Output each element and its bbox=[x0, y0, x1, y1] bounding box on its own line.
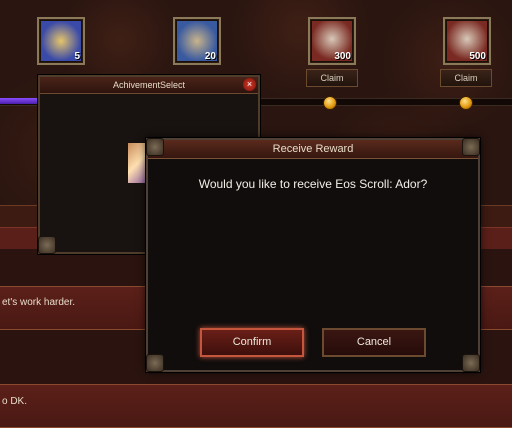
frame-corner-ornament bbox=[38, 236, 56, 254]
reward-quantity: 300 bbox=[334, 51, 351, 62]
achievement-message-bar bbox=[0, 384, 512, 428]
frame-corner-ornament bbox=[146, 354, 164, 372]
reward-quantity: 500 bbox=[469, 51, 486, 62]
frame-corner-ornament bbox=[146, 138, 164, 156]
close-icon[interactable]: × bbox=[243, 78, 256, 91]
reward-slot[interactable]: 5 bbox=[37, 17, 85, 65]
achievement-message: et's work harder. bbox=[2, 297, 76, 308]
milestone-orb-icon bbox=[323, 96, 337, 110]
confirm-button[interactable]: Confirm bbox=[200, 328, 304, 357]
claim-button[interactable]: Claim bbox=[440, 69, 492, 87]
reward-slot[interactable]: 20 bbox=[173, 17, 221, 65]
achievement-message: o DK. bbox=[2, 396, 28, 407]
frame-corner-ornament bbox=[462, 138, 480, 156]
receive-reward-dialog: Receive Reward Would you like to receive… bbox=[146, 138, 480, 372]
reward-slot[interactable]: 500 bbox=[443, 17, 491, 65]
achievement-thumbnail[interactable] bbox=[128, 143, 148, 183]
cancel-button[interactable]: Cancel bbox=[322, 328, 426, 357]
milestone-orb-icon bbox=[459, 96, 473, 110]
reward-slot[interactable]: 300 bbox=[308, 17, 356, 65]
reward-quantity: 20 bbox=[204, 51, 216, 62]
frame-corner-ornament bbox=[462, 354, 480, 372]
achievement-window-title: AchivementSelect bbox=[40, 77, 258, 94]
reward-quantity: 5 bbox=[74, 51, 80, 62]
dialog-message: Would you like to receive Eos Scroll: Ad… bbox=[198, 177, 428, 191]
claim-button[interactable]: Claim bbox=[306, 69, 358, 87]
progress-fill bbox=[0, 98, 42, 104]
dialog-title: Receive Reward bbox=[148, 140, 478, 159]
